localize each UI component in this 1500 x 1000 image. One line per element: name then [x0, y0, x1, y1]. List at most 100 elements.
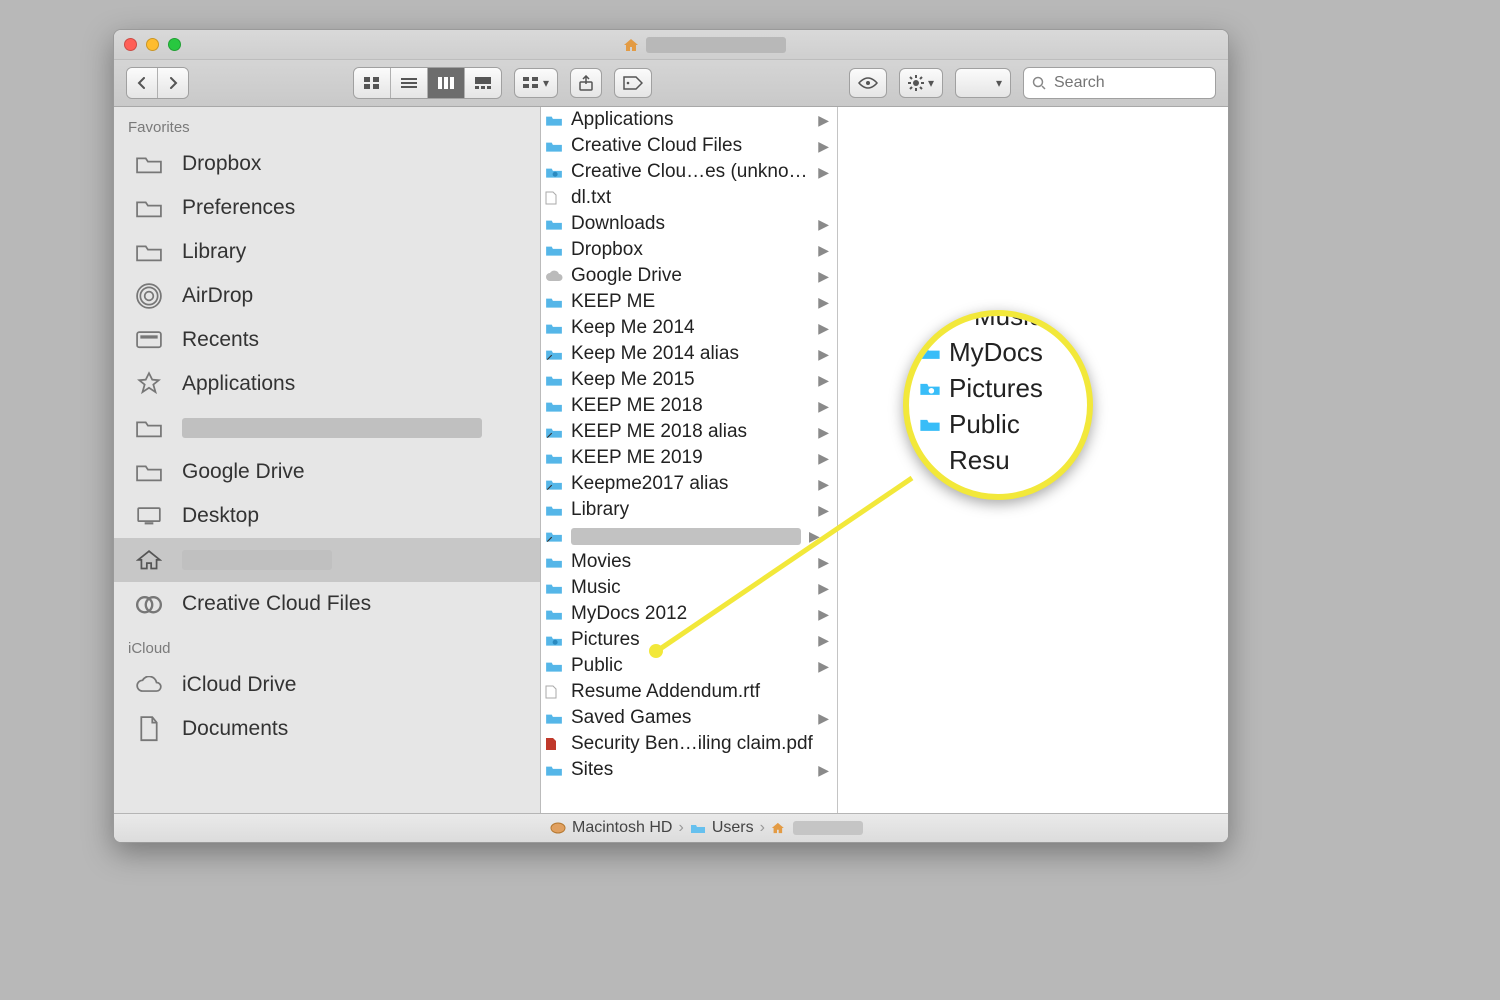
- list-item[interactable]: Applications ▶: [541, 107, 837, 133]
- list-item-label: KEEP ME 2018: [571, 395, 810, 417]
- sidebar-item-library[interactable]: Library: [114, 230, 540, 274]
- dropdown-button[interactable]: ▾: [955, 68, 1011, 98]
- folder-icon: [690, 822, 706, 834]
- list-item[interactable]: KEEP ME 2018▶: [541, 393, 837, 419]
- chevron-right-icon: ▶: [818, 112, 829, 129]
- folder-icon: [545, 607, 563, 621]
- finder-window: ▾ ▾ ▾ Favorites D: [113, 29, 1229, 843]
- list-item[interactable]: KEEP ME 2018 alias▶: [541, 419, 837, 445]
- list-item-label: Applications: [571, 109, 810, 131]
- list-item[interactable]: ▶: [541, 523, 837, 549]
- list-item[interactable]: Security Ben…iling claim.pdf: [541, 731, 837, 757]
- chevron-right-icon: ▶: [818, 294, 829, 311]
- sidebar-item-airdrop[interactable]: AirDrop: [114, 274, 540, 318]
- cloud-icon: [134, 672, 164, 698]
- forward-button[interactable]: [157, 68, 188, 98]
- list-item-label: Keep Me 2014: [571, 317, 810, 339]
- window-close-button[interactable]: [124, 38, 137, 51]
- folder-icon: [545, 217, 563, 231]
- list-item[interactable]: Saved Games▶: [541, 705, 837, 731]
- nav-back-forward: [126, 67, 189, 99]
- list-item-label-redacted: [571, 528, 801, 545]
- list-item-label: Security Ben…iling claim.pdf: [571, 733, 829, 755]
- home-icon: [623, 38, 639, 52]
- path-segment[interactable]: Macintosh HD: [572, 819, 672, 837]
- list-item[interactable]: Keep Me 2014▶: [541, 315, 837, 341]
- list-item[interactable]: Creative Clou…es (unknown)▶: [541, 159, 837, 185]
- sidebar-item-recents[interactable]: Recents: [114, 318, 540, 362]
- sidebar-item-applications[interactable]: Applications: [114, 362, 540, 406]
- folder-icon: [545, 659, 563, 673]
- list-item[interactable]: Dropbox▶: [541, 237, 837, 263]
- view-icons-button[interactable]: [354, 68, 390, 98]
- sidebar-item-google-drive[interactable]: Google Drive: [114, 450, 540, 494]
- sidebar-item-icloud-drive[interactable]: iCloud Drive: [114, 663, 540, 707]
- sidebar-item-preferences[interactable]: Preferences: [114, 186, 540, 230]
- sidebar-item-creative-cloud[interactable]: Creative Cloud Files: [114, 582, 540, 626]
- chevron-right-icon: ▶: [818, 606, 829, 623]
- list-item[interactable]: Public▶: [541, 653, 837, 679]
- list-item[interactable]: Downloads▶: [541, 211, 837, 237]
- list-item[interactable]: Resume Addendum.rtf: [541, 679, 837, 705]
- tags-button[interactable]: [614, 68, 652, 98]
- arrange-button[interactable]: ▾: [514, 68, 558, 98]
- back-button[interactable]: [127, 68, 157, 98]
- chevron-right-icon: ▶: [818, 632, 829, 649]
- view-columns-button[interactable]: [427, 68, 464, 98]
- list-item-label: Keepme2017 alias: [571, 473, 810, 495]
- view-gallery-button[interactable]: [464, 68, 501, 98]
- sidebar-item-label: Google Drive: [182, 460, 305, 484]
- list-item[interactable]: Music▶: [541, 575, 837, 601]
- list-item[interactable]: Creative Cloud Files▶: [541, 133, 837, 159]
- folder-icon: [134, 151, 164, 177]
- list-item-label: Google Drive: [571, 265, 810, 287]
- list-item-label: Sites: [571, 759, 810, 781]
- home-icon: [771, 822, 787, 834]
- path-segment-redacted[interactable]: [793, 821, 863, 835]
- airdrop-icon: [134, 283, 164, 309]
- list-item[interactable]: Keep Me 2015▶: [541, 367, 837, 393]
- path-segment[interactable]: Users: [712, 819, 754, 837]
- list-item[interactable]: Movies▶: [541, 549, 837, 575]
- quicklook-button[interactable]: [849, 68, 887, 98]
- list-item[interactable]: Keepme2017 alias▶: [541, 471, 837, 497]
- action-button[interactable]: ▾: [899, 68, 943, 98]
- column-pane-empty: [838, 107, 1228, 813]
- window-maximize-button[interactable]: [168, 38, 181, 51]
- list-item[interactable]: MyDocs 2012▶: [541, 601, 837, 627]
- recents-icon: [134, 327, 164, 353]
- toolbar: ▾ ▾ ▾: [114, 60, 1228, 107]
- view-list-button[interactable]: [390, 68, 427, 98]
- list-item[interactable]: KEEP ME▶: [541, 289, 837, 315]
- list-item[interactable]: Pictures ▶: [541, 627, 837, 653]
- camera-icon: [545, 633, 563, 647]
- list-item-label: Pictures: [571, 629, 810, 651]
- list-item[interactable]: KEEP ME 2019▶: [541, 445, 837, 471]
- folder-icon: [545, 763, 563, 777]
- window-title: [190, 37, 1218, 53]
- list-item[interactable]: Sites▶: [541, 757, 837, 783]
- sidebar-item-desktop[interactable]: Desktop: [114, 494, 540, 538]
- sidebar-item-documents[interactable]: Documents: [114, 707, 540, 751]
- list-item[interactable]: Library▶: [541, 497, 837, 523]
- folder-icon: [134, 415, 164, 441]
- list-item[interactable]: dl.txt: [541, 185, 837, 211]
- applications-icon: [134, 371, 164, 397]
- sidebar-item-dropbox[interactable]: Dropbox: [114, 142, 540, 186]
- sidebar-section-label: iCloud: [114, 636, 540, 663]
- list-item[interactable]: Keep Me 2014 alias▶: [541, 341, 837, 367]
- folder-icon: [134, 459, 164, 485]
- chevron-down-icon: ▾: [543, 76, 549, 90]
- folder-icon: [545, 139, 563, 153]
- share-button[interactable]: [570, 68, 602, 98]
- chevron-right-icon: ›: [678, 819, 683, 837]
- list-item[interactable]: Google Drive▶: [541, 263, 837, 289]
- search-input[interactable]: [1052, 73, 1176, 93]
- folder-icon: [545, 243, 563, 257]
- window-minimize-button[interactable]: [146, 38, 159, 51]
- chevron-right-icon: ▶: [818, 502, 829, 519]
- search-field[interactable]: [1023, 67, 1216, 99]
- chevron-right-icon: ▶: [818, 710, 829, 727]
- sidebar-item-redacted-1[interactable]: [114, 406, 540, 450]
- sidebar-item-home[interactable]: [114, 538, 540, 582]
